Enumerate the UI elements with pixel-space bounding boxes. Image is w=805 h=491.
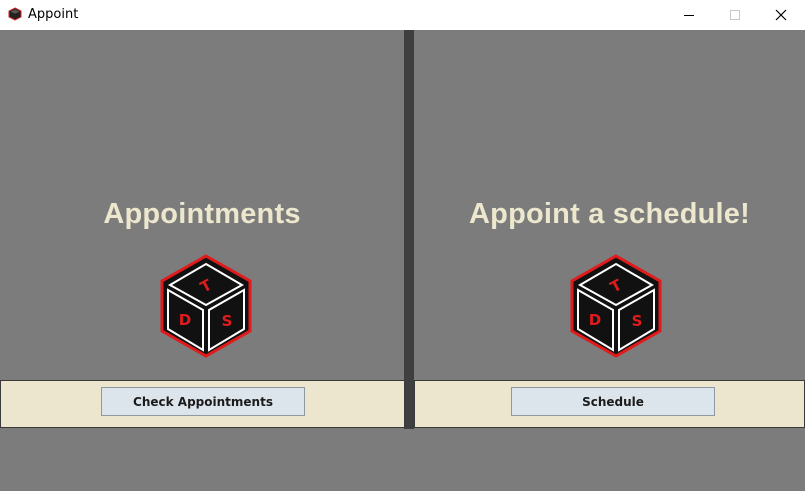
schedule-button[interactable]: Schedule (511, 387, 715, 416)
close-icon (775, 9, 787, 21)
maximize-button[interactable] (712, 0, 758, 30)
appointments-heading: Appointments (103, 198, 301, 230)
minimize-button[interactable] (666, 0, 712, 30)
check-appointments-button[interactable]: Check Appointments (101, 387, 305, 416)
logo-letter-s: S (632, 312, 643, 330)
bottom-empty-area (0, 429, 805, 491)
minimize-icon (684, 15, 694, 16)
logo-letter-s: S (222, 312, 233, 330)
panel-divider (404, 30, 414, 430)
logo-letter-d: D (589, 311, 601, 329)
schedule-heading: Appoint a schedule! (469, 198, 750, 230)
logo-letter-d: D (179, 311, 191, 329)
tds-cube-logo-icon: T D S (160, 254, 252, 358)
schedule-button-bar: Schedule (414, 380, 805, 428)
app-cube-icon (8, 7, 22, 21)
close-button[interactable] (758, 0, 804, 30)
window-title: Appoint (28, 7, 79, 22)
main-content: Appointments Appoint a schedule! T D S T… (0, 30, 805, 491)
tds-cube-logo-icon: T D S (570, 254, 662, 358)
maximize-icon (730, 10, 740, 20)
appointments-button-bar: Check Appointments (0, 380, 405, 428)
title-bar: Appoint (0, 0, 805, 30)
